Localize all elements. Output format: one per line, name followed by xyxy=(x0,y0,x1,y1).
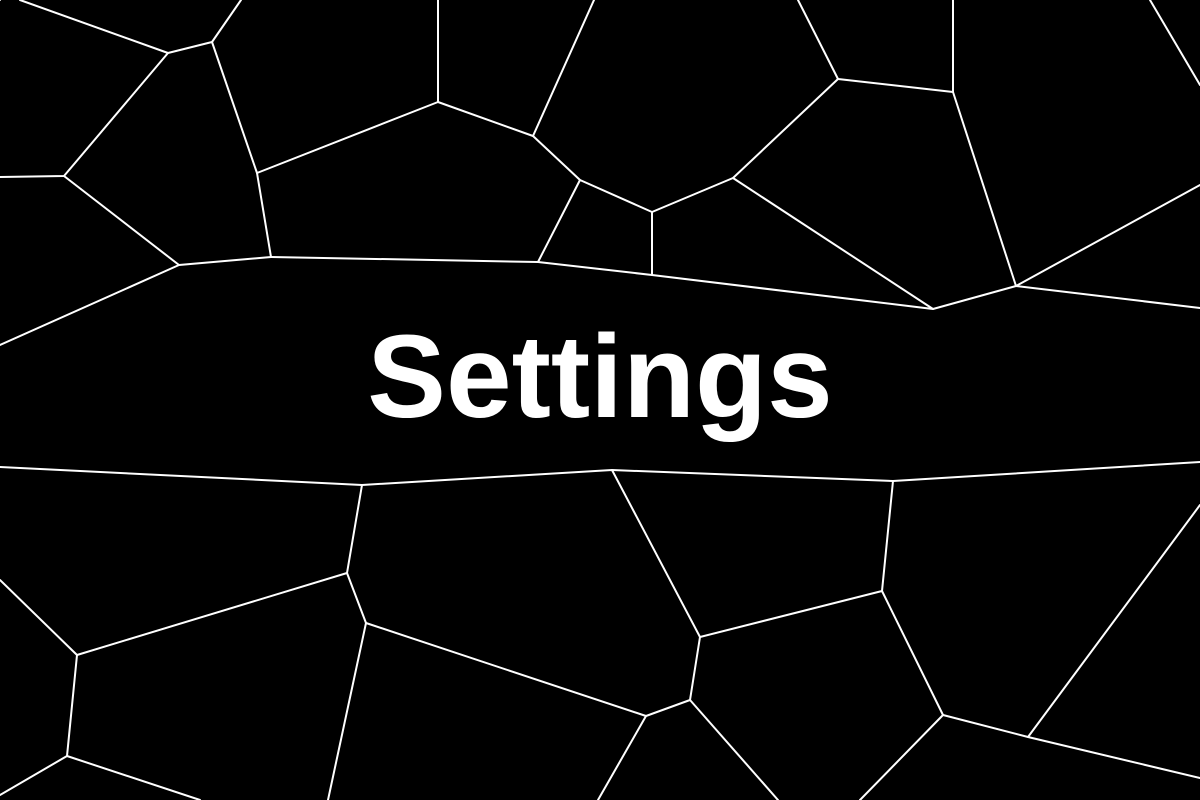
crack-line xyxy=(881,504,1200,738)
crack-line xyxy=(0,484,363,656)
page-title: Settings xyxy=(367,311,833,443)
crack-line xyxy=(699,480,894,638)
crack-line xyxy=(952,91,1200,287)
crack-line xyxy=(1149,0,1200,86)
crack-line xyxy=(327,622,367,800)
crack-line xyxy=(19,0,242,54)
crack-line xyxy=(66,755,201,800)
crack-line xyxy=(0,654,78,796)
crack-line xyxy=(270,135,581,263)
crack-line xyxy=(732,177,1200,310)
crack-line xyxy=(437,0,595,137)
crack-line xyxy=(1027,736,1200,779)
crack-line xyxy=(689,699,779,800)
settings-title-screen: Settings xyxy=(0,0,1200,800)
crack-line xyxy=(346,469,701,717)
crack-line xyxy=(859,714,944,800)
crack-line xyxy=(837,0,954,93)
crack-line xyxy=(597,715,647,800)
crack-line xyxy=(63,41,272,266)
crack-line xyxy=(0,52,169,178)
crack-line xyxy=(0,461,1200,486)
crack-line xyxy=(579,0,839,213)
crack-line xyxy=(256,0,439,174)
